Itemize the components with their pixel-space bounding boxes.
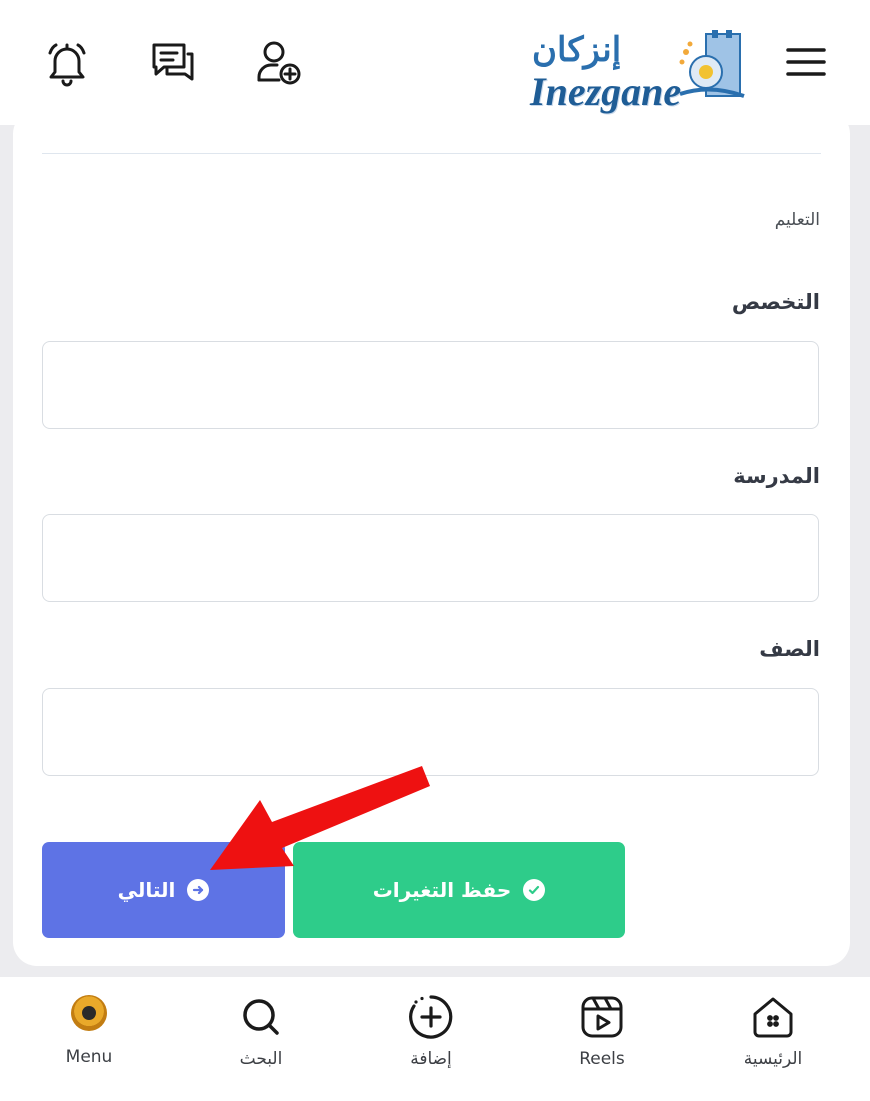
notification-bell-icon[interactable] — [42, 38, 92, 88]
nav-label-search: البحث — [239, 1049, 283, 1069]
nav-label-add: إضافة — [410, 1049, 452, 1069]
arrow-right-icon — [187, 879, 210, 901]
check-circle-icon — [523, 879, 546, 901]
specialization-input[interactable] — [42, 341, 819, 429]
nav-item-add[interactable]: إضافة — [371, 977, 491, 1101]
save-button-label: حفظ التغيرات — [372, 878, 512, 902]
next-button-label: التالي — [117, 878, 176, 902]
field-label-school: المدرسة — [733, 464, 820, 488]
section-label-education: التعليم — [774, 210, 820, 230]
logo-latin-text: Inezgane — [530, 69, 682, 114]
messages-icon[interactable] — [148, 38, 198, 88]
add-friend-icon[interactable] — [254, 38, 304, 88]
bottom-navigation: Menu البحث إضافة Reels الرئيسية — [0, 977, 870, 1101]
school-input[interactable] — [42, 514, 819, 602]
field-label-specialization: التخصص — [731, 290, 820, 314]
search-icon — [237, 993, 285, 1041]
annotation-arrow — [210, 766, 430, 870]
nav-label-menu: Menu — [65, 1047, 113, 1067]
nav-item-reels[interactable]: Reels — [542, 977, 662, 1101]
section-divider — [42, 153, 821, 154]
logo-arabic-text: إنزكان — [532, 30, 622, 70]
nav-item-home[interactable]: الرئيسية — [713, 977, 833, 1101]
top-header: إنزكان Inezgane — [0, 0, 870, 125]
nav-label-reels: Reels — [579, 1049, 625, 1069]
field-label-grade: الصف — [759, 637, 820, 661]
home-icon — [749, 993, 797, 1041]
inezgane-logo[interactable]: إنزكان Inezgane — [526, 24, 751, 114]
nav-item-menu[interactable]: Menu — [29, 977, 149, 1101]
nav-item-search[interactable]: البحث — [201, 977, 321, 1101]
avatar-icon — [65, 989, 113, 1037]
logo-emblem-icon — [679, 30, 745, 98]
nav-label-home: الرئيسية — [743, 1049, 803, 1069]
hamburger-menu-icon[interactable] — [780, 38, 832, 86]
add-circle-icon — [407, 993, 455, 1041]
reels-icon — [578, 993, 626, 1041]
